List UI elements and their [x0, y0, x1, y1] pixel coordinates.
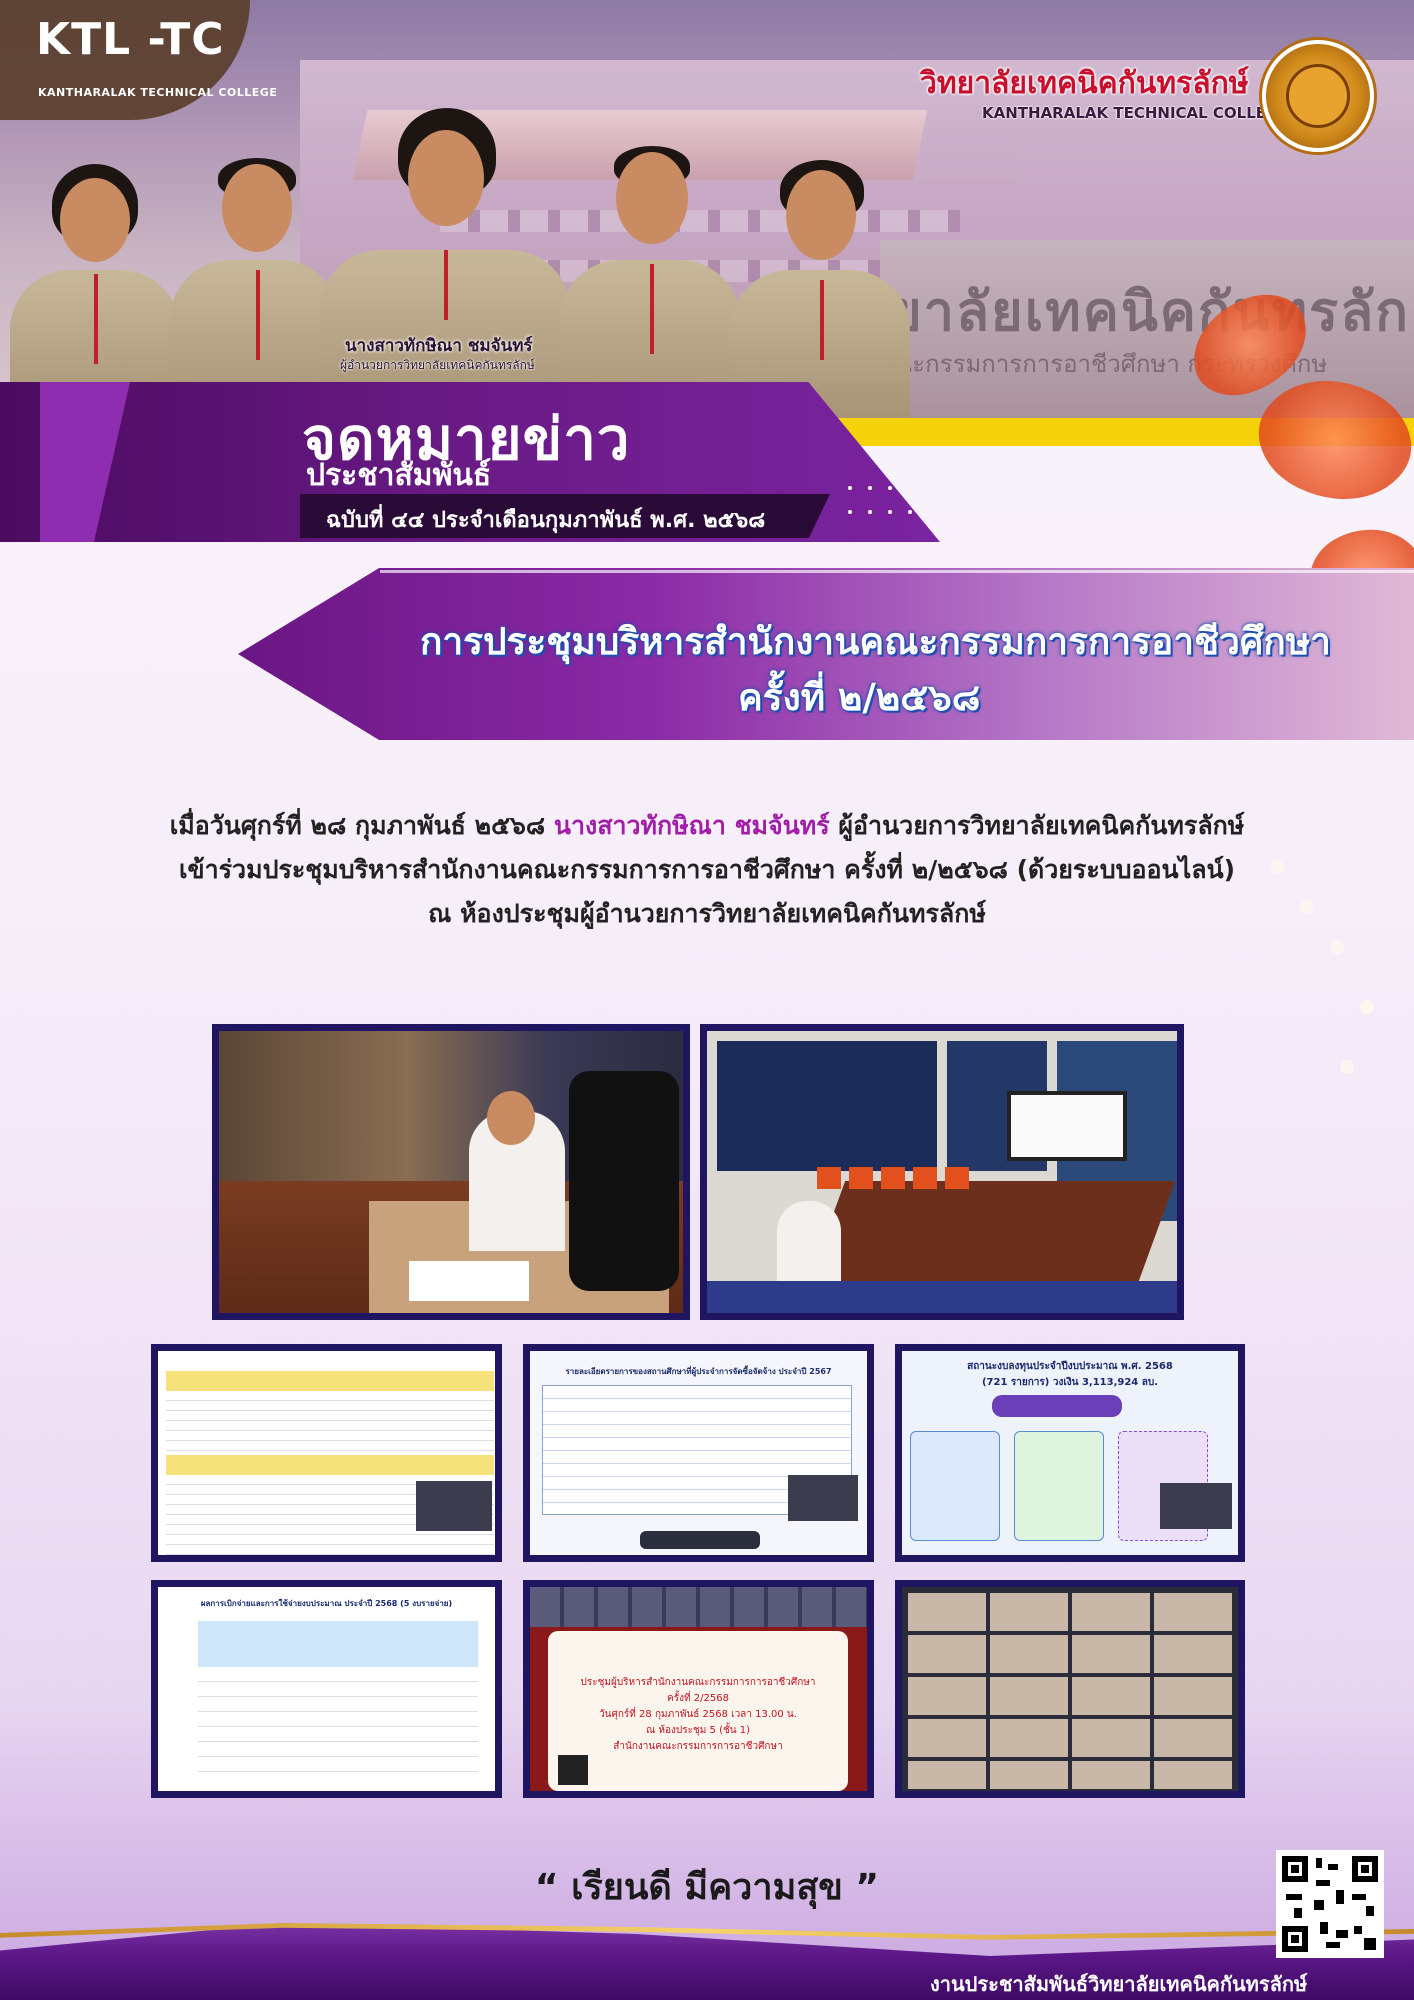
slide-meeting-line-2: ครั้งที่ 2/2568: [667, 1693, 729, 1704]
photo-meeting-room: [700, 1024, 1184, 1320]
headline-line-1: การประชุมบริหารสำนักงานคณะกรรมการการอาชี…: [420, 620, 1331, 663]
slogan: “ เรียนดี มีความสุข ”: [534, 1867, 880, 1908]
staff-photo-1: [10, 150, 180, 420]
headline-line-2: ครั้งที่ ๒/๒๕๖๘: [738, 676, 981, 719]
blossom-decoration: [1340, 1060, 1354, 1074]
body-line-1: เมื่อวันศุกร์ที่ ๒๘ กุมภาพันธ์ ๒๕๖๘ นางส…: [0, 806, 1414, 846]
slide-budget-title: ผลการเบิกจ่ายและการใช้จ่ายงบประมาณ ประจำ…: [200, 1599, 453, 1608]
staff-photo-4: [560, 130, 740, 420]
slide-investment-status: สถานะงบลงทุนประจำปีงบประมาณ พ.ศ. 2568 (7…: [895, 1344, 1245, 1562]
body-line-1-title: ผู้อำนวยการวิทยาลัยเทคนิคกันทรลักษ์: [829, 811, 1245, 840]
slide-meeting-line-4: ณ ห้องประชุม 5 (ชั้น 1): [645, 1725, 751, 1736]
decor-dot: [888, 510, 892, 514]
college-name-english: KANTHARALAK TECHNICAL COLLEGE: [982, 104, 1289, 122]
headline-ribbon-line: [380, 570, 1414, 573]
building-sign-text: ยาลัยเทคนิคกันทรลัก: [890, 280, 1410, 343]
qr-code-icon[interactable]: [1276, 1850, 1384, 1958]
college-name-thai: วิทยาลัยเทคนิคกันทรลักษ์: [920, 66, 1249, 101]
decor-dot: [908, 510, 912, 514]
issue-label: ฉบับที่ ๔๔ ประจำเดือนกุมภาพันธ์ พ.ศ. ๒๕๖…: [326, 508, 766, 533]
slide-meeting-line-1: ประชุมผู้บริหารสำนักงานคณะกรรมการการอาชี…: [580, 1677, 816, 1688]
slide-procurement-title: รายละเอียดรายการของสถานศึกษาที่ผู้ประจำก…: [565, 1367, 832, 1376]
slide-budget-table-1: [151, 1344, 502, 1562]
slide-meeting-line-3: วันศุกร์ที่ 28 กุมภาพันธ์ 2568 เวลา 13.0…: [599, 1709, 797, 1720]
building-sign-subtext: ณะกรรมการการอาชีวศึกษา กระทรวงศึกษ: [890, 350, 1328, 378]
college-logo-subtitle: KANTHARALAK TECHNICAL COLLEGE: [38, 86, 278, 99]
footer-credit: งานประชาสัมพันธ์วิทยาลัยเทคนิคกันทรลักษ์: [930, 1972, 1308, 1996]
body-line-2: เข้าร่วมประชุมบริหารสำนักงานคณะกรรมการกา…: [178, 855, 1236, 884]
blossom-decoration: [1330, 940, 1344, 954]
slide-status-title: สถานะงบลงทุนประจำปีงบประมาณ พ.ศ. 2568: [967, 1361, 1173, 1372]
director-name: นางสาวทักษิณา ชมจันทร์: [345, 336, 533, 356]
slide-budget-table-2: ผลการเบิกจ่ายและการใช้จ่ายงบประมาณ ประจำ…: [151, 1580, 502, 1798]
decor-dot: [868, 510, 872, 514]
decor-dot: [868, 486, 872, 490]
slide-status-subtitle: (721 รายการ) วงเงิน 3,113,924 ลบ.: [981, 1377, 1159, 1388]
slide-meeting-line-5: สำนักงานคณะกรรมการการอาชีวศึกษา: [613, 1741, 783, 1752]
slide-procurement-table: รายละเอียดรายการของสถานศึกษาที่ผู้ประจำก…: [523, 1344, 874, 1562]
slide-meeting-cover: ประชุมผู้บริหารสำนักงานคณะกรรมการการอาชี…: [523, 1580, 874, 1798]
staff-photo-5: [730, 150, 910, 420]
decor-dot: [848, 486, 852, 490]
staff-photo-2: [170, 140, 340, 420]
photo-director-at-desk: [212, 1024, 690, 1320]
body-line-3: ณ ห้องประชุมผู้อำนวยการวิทยาลัยเทคนิคกัน…: [428, 899, 986, 928]
decor-dot: [888, 486, 892, 490]
body-director-name: นางสาวทักษิณา ชมจันทร์: [553, 811, 830, 840]
body-line-1-date: เมื่อวันศุกร์ที่ ๒๘ กุมภาพันธ์ ๒๕๖๘: [169, 811, 554, 840]
college-logo: KTL -TC: [36, 14, 225, 65]
decor-dot: [848, 510, 852, 514]
photo-online-meeting-grid: [895, 1580, 1245, 1798]
blossom-decoration: [1360, 1000, 1374, 1014]
newsletter-subtitle: ประชาสัมพันธ์: [306, 458, 492, 493]
director-title: ผู้อำนวยการวิทยาลัยเทคนิคกันทรลักษ์: [340, 358, 535, 372]
college-seal-emblem: [1286, 64, 1350, 128]
